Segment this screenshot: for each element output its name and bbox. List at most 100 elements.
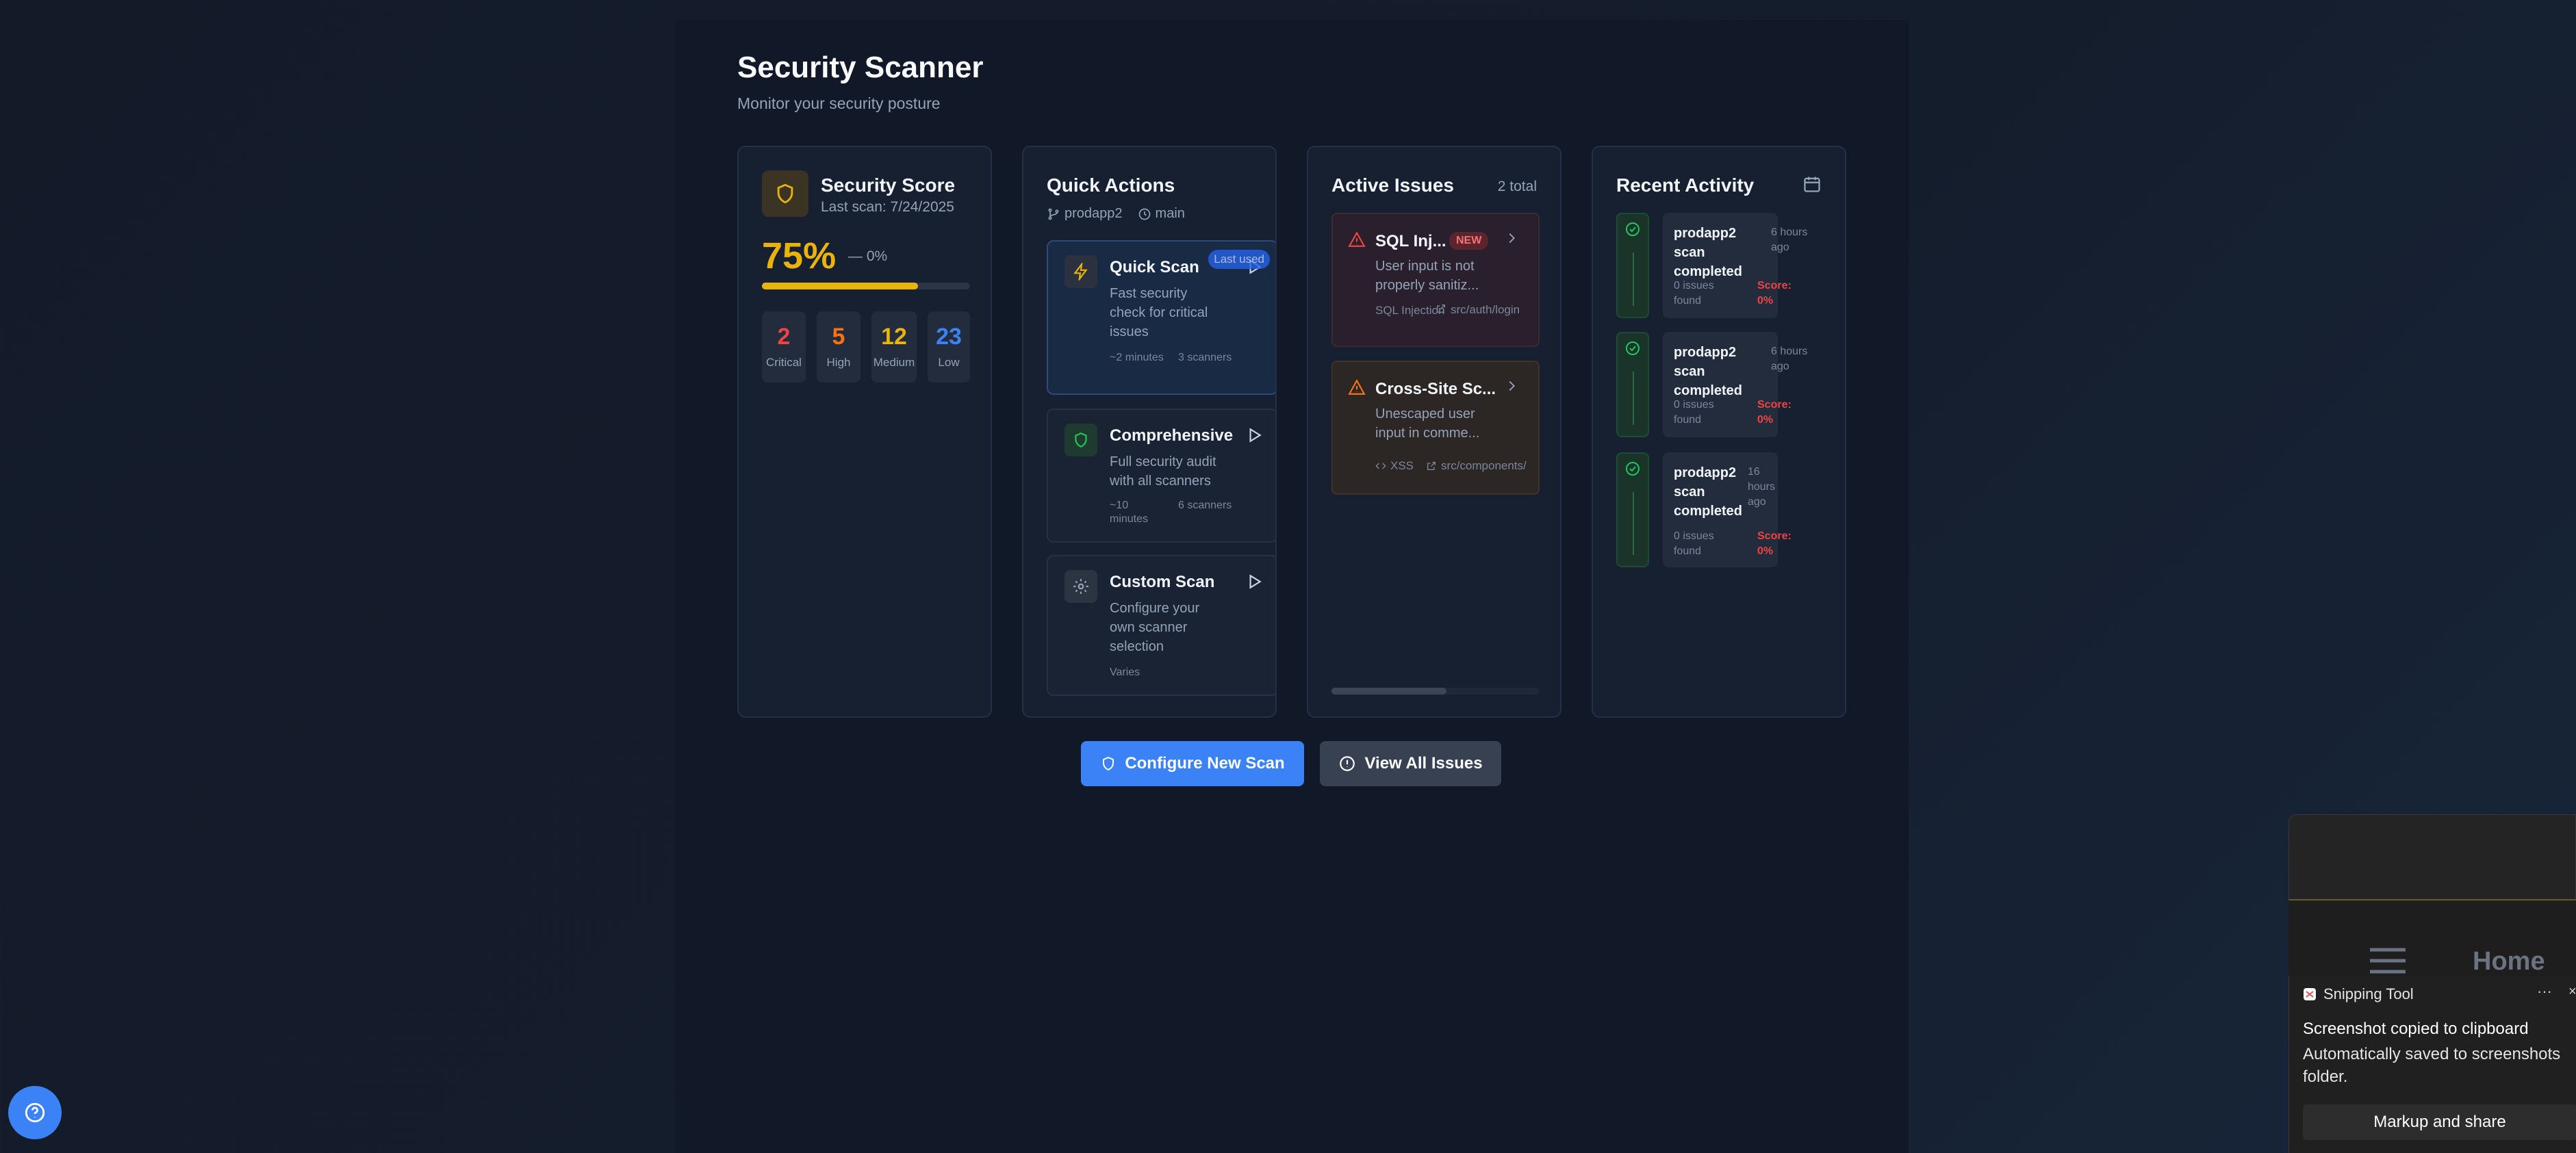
action-duration: Varies <box>1110 666 1140 678</box>
activity-found: 0 issues found <box>1674 399 1714 426</box>
check-circle-icon <box>1626 341 1640 355</box>
git-branch-icon <box>1048 208 1059 220</box>
issue-meta: SQL Injection src/auth/login <box>1375 303 1520 318</box>
score-title: Security Score <box>821 174 956 196</box>
score-progress-fill <box>762 283 918 289</box>
action-name: Quick Scan <box>1110 258 1199 276</box>
warning-icon <box>1348 379 1366 395</box>
action-name: Custom Scan <box>1110 573 1215 591</box>
action-name: Comprehensive <box>1110 426 1234 445</box>
action-description: Fast security check for critical issues <box>1110 286 1208 339</box>
hamburger-icon <box>2369 947 2407 978</box>
snip-preview[interactable] <box>2288 814 2576 901</box>
page-subtitle: Monitor your security posture <box>737 94 941 112</box>
quick-actions-card: Quick Actions prodapp2 main Quick Scan F… <box>1022 146 1277 718</box>
action-duration: ~10 minutes <box>1110 500 1149 525</box>
recent-activity-card: Recent Activity prodapp2 scan completed … <box>1592 146 1846 718</box>
activity-score: Score: 0% <box>1757 280 1791 307</box>
activity-rail <box>1616 213 1649 318</box>
issue-description: User input is not properly sanitiz... <box>1375 259 1479 293</box>
check-circle-icon <box>1626 462 1640 476</box>
activity-rail <box>1616 452 1649 567</box>
calendar-icon[interactable] <box>1802 174 1822 197</box>
more-options-icon[interactable]: ··· <box>2537 983 2552 1000</box>
issues-total: 2 total <box>1497 179 1537 194</box>
play-icon[interactable] <box>1245 573 1263 594</box>
activity-item[interactable]: prodapp2 scan completed 16 hours ago 0 i… <box>1663 452 1791 567</box>
severity-count: 23 <box>936 324 962 350</box>
activity-score: Score: 0% <box>1757 399 1791 426</box>
issue-card-xss[interactable]: Cross-Site Sc... Unescaped user input in… <box>1331 361 1540 495</box>
markup-and-share-button[interactable]: Markup and share <box>2303 1104 2576 1140</box>
button-label: Configure New Scan <box>1125 754 1285 773</box>
activity-title: prodapp2 scan completed <box>1674 465 1743 519</box>
branch-name: main <box>1155 206 1185 221</box>
activity-found: 0 issues found <box>1674 530 1714 557</box>
comprehensive-scan-action[interactable]: Comprehensive Full security audit with a… <box>1047 409 1275 543</box>
page-title: Security Scanner <box>737 51 984 84</box>
chevron-right-icon[interactable] <box>1504 378 1519 397</box>
severity-label: Medium <box>873 356 915 369</box>
custom-scan-action[interactable]: Custom Scan Configure your own scanner s… <box>1047 555 1275 696</box>
repo-meta: prodapp2 main <box>1047 206 1185 222</box>
action-scanners: 3 scanners <box>1178 352 1232 363</box>
severity-critical: 2 Critical <box>762 311 806 383</box>
score-progress-bar <box>762 283 970 289</box>
snipping-tool-icon <box>2304 988 2316 1000</box>
severity-label: Low <box>938 356 960 369</box>
toast-heading: Screenshot copied to clipboard <box>2303 1020 2529 1038</box>
issue-path: src/components/ <box>1441 459 1527 472</box>
last-used-badge: Last used <box>1208 250 1270 269</box>
activity-title: prodapp2 scan completed <box>1674 226 1743 279</box>
button-label: View All Issues <box>1364 754 1483 773</box>
quick-scan-action[interactable]: Quick Scan Fast security check for criti… <box>1047 240 1275 395</box>
issue-type: SQL Injection <box>1375 304 1445 317</box>
action-description: Full security audit with all scanners <box>1110 454 1216 489</box>
action-meta: ~2 minutes 3 scanners <box>1110 351 1233 365</box>
activity-item[interactable]: prodapp2 scan completed 6 hours ago 0 is… <box>1663 213 1807 318</box>
severity-label: High <box>826 356 851 369</box>
help-button[interactable] <box>8 1086 62 1139</box>
toast-app-label: Snipping Tool <box>2323 985 2414 1002</box>
close-icon[interactable]: × <box>2568 984 2576 1000</box>
severity-count: 12 <box>881 324 907 350</box>
warning-icon <box>1348 231 1366 247</box>
play-icon[interactable] <box>1245 426 1263 448</box>
severity-count: 2 <box>777 324 791 350</box>
action-duration: ~2 minutes <box>1110 352 1164 363</box>
activity-time: 6 hours ago <box>1771 226 1808 253</box>
configure-new-scan-button[interactable]: Configure New Scan <box>1081 741 1304 786</box>
clock-icon <box>1138 208 1150 220</box>
issue-description: Unescaped user input in comme... <box>1375 406 1480 441</box>
alert-circle-icon <box>1340 756 1355 771</box>
toast-body: Automatically saved to screenshots folde… <box>2303 1045 2561 1086</box>
toast-app-name: Snipping Tool <box>2303 985 2414 1003</box>
external-link-icon <box>1427 462 1436 470</box>
action-meta: Varies <box>1110 666 1140 679</box>
scrollbar-thumb[interactable] <box>1331 688 1446 695</box>
severity-medium: 12 Medium <box>871 311 917 383</box>
severity-label: Critical <box>766 356 802 369</box>
shield-icon <box>762 170 808 217</box>
gear-icon <box>1064 570 1097 603</box>
issue-name: Cross-Site Sc... <box>1375 380 1496 398</box>
external-link-icon <box>1437 305 1445 313</box>
card-title: Active Issues <box>1331 174 1454 196</box>
view-all-issues-button[interactable]: View All Issues <box>1320 741 1501 786</box>
snipping-tool-notification: Snipping Tool ··· × Screenshot copied to… <box>2288 976 2576 1153</box>
shield-icon <box>1064 424 1097 456</box>
help-circle-icon <box>25 1102 45 1123</box>
issue-meta: XSS src/components/ <box>1375 459 1527 473</box>
activity-time: 6 hours ago <box>1771 346 1808 372</box>
activity-item[interactable]: prodapp2 scan completed 6 hours ago 0 is… <box>1663 332 1807 437</box>
action-description: Configure your own scanner selection <box>1110 601 1200 654</box>
check-circle-icon <box>1626 222 1640 236</box>
new-badge: NEW <box>1449 232 1489 250</box>
activity-found: 0 issues found <box>1674 280 1714 307</box>
horizontal-scrollbar[interactable] <box>1331 688 1540 695</box>
issue-card-sql-injection[interactable]: SQL Inj... NEW User input is not properl… <box>1331 213 1540 347</box>
security-score-card: Security Score Last scan: 7/24/2025 75% … <box>737 146 992 718</box>
chevron-right-icon[interactable] <box>1504 231 1519 249</box>
issue-path: src/auth/login <box>1451 303 1520 316</box>
repo-name: prodapp2 <box>1064 206 1123 221</box>
